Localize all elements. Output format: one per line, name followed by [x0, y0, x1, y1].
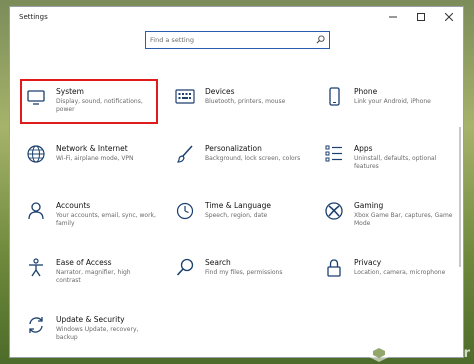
close-button[interactable] — [435, 7, 463, 27]
xbox-icon — [325, 202, 343, 220]
tile-accounts[interactable]: Accounts Your accounts, email, sync, wor… — [20, 193, 158, 238]
tile-privacy[interactable]: Privacy Location, camera, microphone — [318, 250, 456, 295]
tile-description: Display, sound, notifications, power — [56, 98, 143, 113]
tile-description: Wi-Fi, airplane mode, VPN — [56, 155, 134, 162]
phone-icon — [329, 87, 340, 106]
settings-window: Settings System Display, sound, no — [9, 6, 464, 358]
tile-description: Bluetooth, printers, mouse — [205, 98, 286, 105]
search-box[interactable] — [145, 31, 330, 49]
minimize-icon — [389, 16, 397, 18]
tile-system[interactable]: System Display, sound, notifications, po… — [20, 79, 158, 124]
maximize-icon — [417, 13, 425, 21]
tile-search[interactable]: Search Find my files, permissions — [169, 250, 307, 295]
tile-label: Privacy — [354, 258, 382, 267]
title-bar: Settings — [10, 7, 463, 27]
tile-personalization[interactable]: Personalization Background, lock screen,… — [169, 136, 307, 181]
tile-description: Find my files, permissions — [205, 269, 283, 276]
search-icon — [176, 258, 194, 276]
monitor-icon — [27, 90, 45, 105]
close-icon — [445, 13, 453, 21]
tile-label: Ease of Access — [56, 258, 112, 267]
tile-label: Devices — [205, 87, 235, 96]
globe-icon — [27, 145, 45, 163]
accessibility-icon — [29, 258, 43, 277]
tile-description: Narrator, magnifier, high contrast — [56, 269, 131, 284]
tile-ease-of-access[interactable]: Ease of Access Narrator, magnifier, high… — [20, 250, 158, 295]
tile-description: Your accounts, email, sync, work, family — [56, 212, 156, 227]
tile-description: Windows Update, recovery, backup — [56, 326, 139, 341]
tile-gaming[interactable]: Gaming Xbox Game Bar, captures, Game Mod… — [318, 193, 456, 238]
minimize-button[interactable] — [379, 7, 407, 27]
tile-label: Search — [205, 258, 231, 267]
search-icon[interactable] — [316, 35, 325, 44]
tile-label: Gaming — [354, 201, 384, 210]
tile-description: Background, lock screen, colors — [205, 155, 301, 162]
window-controls — [379, 7, 463, 27]
tile-label: Apps — [354, 144, 373, 153]
tile-label: Accounts — [56, 201, 91, 210]
time-language-icon — [176, 202, 194, 220]
tile-label: System — [56, 87, 84, 96]
lock-icon — [327, 259, 341, 277]
tile-description: Uninstall, defaults, optional features — [354, 155, 437, 170]
scrollbar[interactable] — [459, 127, 461, 267]
tile-apps[interactable]: Apps Uninstall, defaults, optional featu… — [318, 136, 456, 181]
apps-list-icon — [325, 145, 342, 162]
brush-icon — [177, 145, 193, 163]
maximize-button[interactable] — [407, 7, 435, 27]
watermark-logo: WinBuzzer — [369, 344, 470, 362]
tile-label: Network & Internet — [56, 144, 128, 153]
tile-time-language[interactable]: Time & Language Speech, region, date — [169, 193, 307, 238]
tile-description: Location, camera, microphone — [354, 269, 446, 276]
search-input[interactable] — [146, 33, 310, 47]
tile-description: Speech, region, date — [205, 212, 268, 219]
tile-description: Xbox Game Bar, captures, Game Mode — [354, 212, 453, 227]
keyboard-icon — [175, 89, 195, 104]
person-icon — [28, 202, 44, 220]
tile-network[interactable]: Network & Internet Wi-Fi, airplane mode,… — [20, 136, 158, 181]
tile-description: Link your Android, iPhone — [354, 98, 431, 105]
tile-update-security[interactable]: Update & Security Windows Update, recove… — [20, 307, 158, 352]
tile-devices[interactable]: Devices Bluetooth, printers, mouse — [169, 79, 307, 124]
tile-label: Update & Security — [56, 315, 125, 324]
tile-phone[interactable]: Phone Link your Android, iPhone — [318, 79, 456, 124]
watermark-text: WinBuzzer — [392, 345, 470, 361]
update-icon — [29, 317, 43, 333]
tile-label: Personalization — [205, 144, 262, 153]
tile-label: Time & Language — [205, 201, 271, 210]
tile-label: Phone — [354, 87, 378, 96]
window-title: Settings — [19, 13, 48, 21]
winbuzzer-logo-icon — [369, 344, 390, 362]
